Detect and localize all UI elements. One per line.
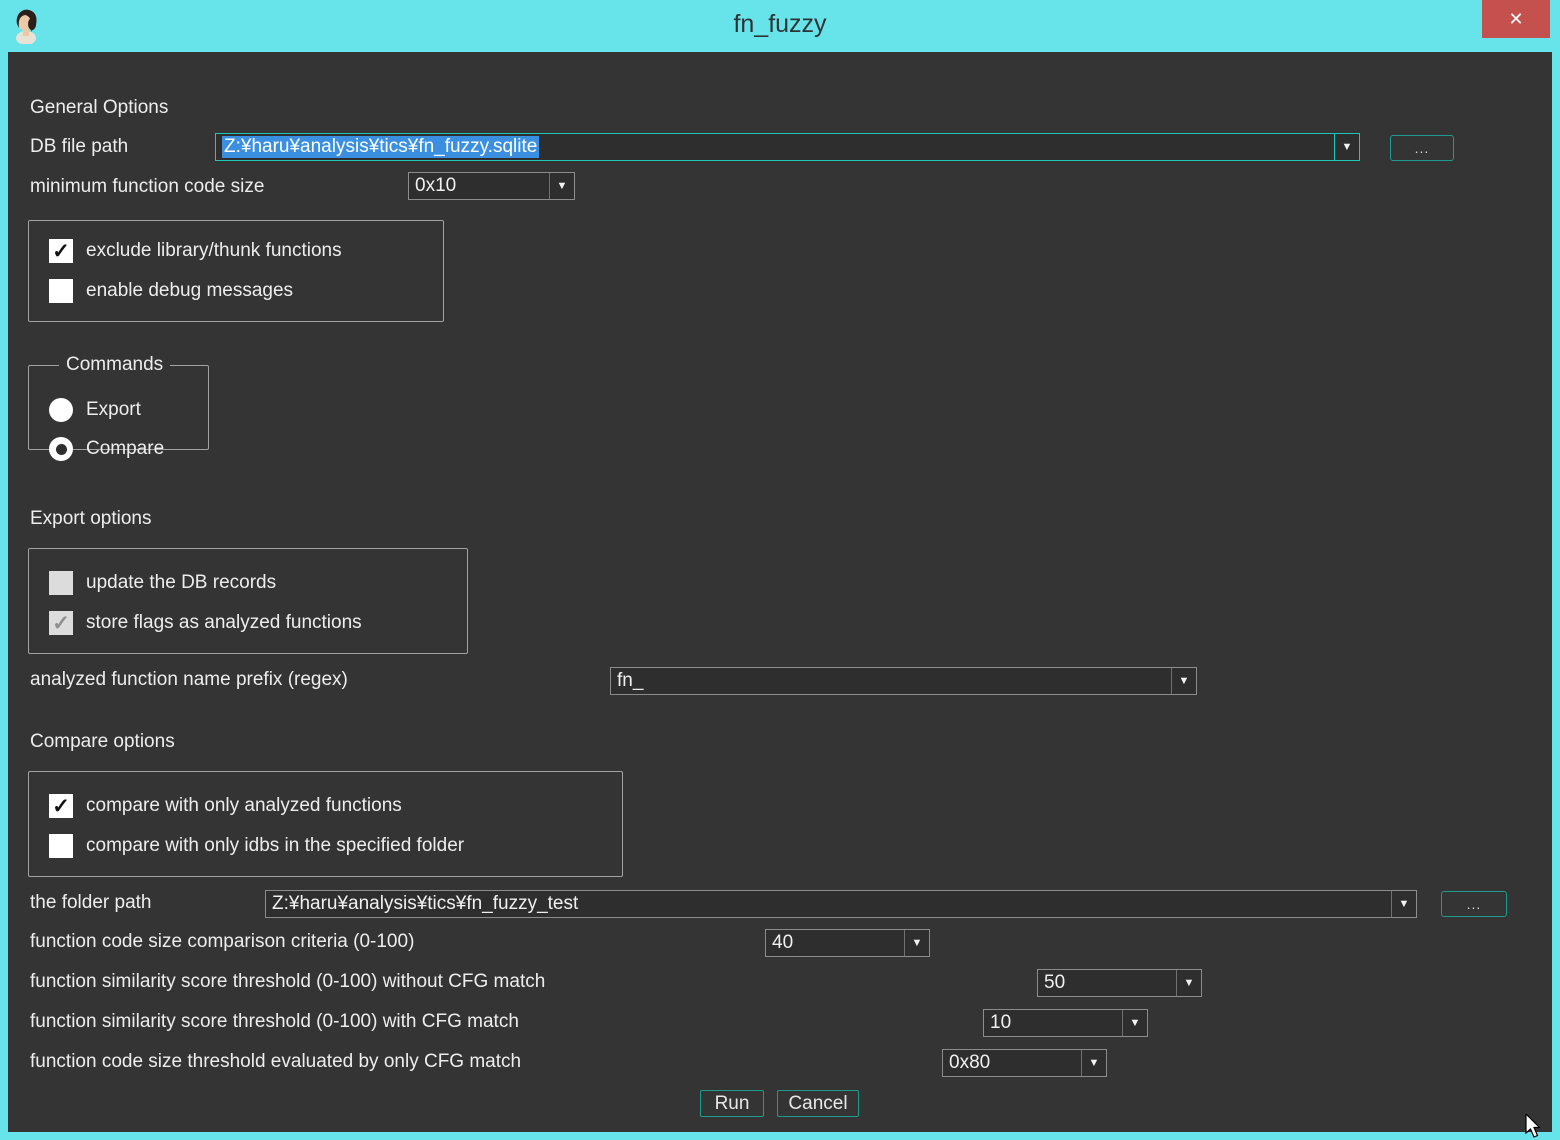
db-browse-button[interactable]: ... <box>1390 135 1454 161</box>
similarity-without-cfg-value: 50 <box>1038 972 1176 994</box>
run-button[interactable]: Run <box>700 1090 764 1117</box>
folder-path-label: the folder path <box>30 892 151 914</box>
folder-path-combobox[interactable]: Z:¥haru¥analysis¥tics¥fn_fuzzy_test ▼ <box>265 890 1417 918</box>
min-code-size-combobox[interactable]: 0x10 ▼ <box>408 172 575 200</box>
chevron-down-icon[interactable]: ▼ <box>549 173 574 199</box>
size-threshold-cfg-combobox[interactable]: 0x80 ▼ <box>942 1049 1107 1077</box>
chevron-down-icon[interactable]: ▼ <box>1391 891 1416 917</box>
commands-group: Commands Export Compare <box>28 354 209 450</box>
compare-only-idbs-checkbox[interactable] <box>49 834 73 858</box>
commands-legend: Commands <box>59 354 170 376</box>
compare-radio-label: Compare <box>86 438 164 460</box>
compare-only-analyzed-checkbox[interactable] <box>49 794 73 818</box>
export-checkbox-group: update the DB records store flags as ana… <box>28 548 468 654</box>
enable-debug-messages-label: enable debug messages <box>86 280 293 302</box>
fn-fuzzy-dialog: fn_fuzzy ✕ General Options DB file path … <box>0 0 1560 1140</box>
similarity-with-cfg-combobox[interactable]: 10 ▼ <box>983 1009 1148 1037</box>
size-criteria-combobox[interactable]: 40 ▼ <box>765 929 930 957</box>
update-db-records-checkbox[interactable] <box>49 571 73 595</box>
selected-text: Z:¥haru¥analysis¥tics¥fn_fuzzy.sqlite <box>222 136 539 158</box>
min-code-size-label: minimum function code size <box>30 176 264 198</box>
chevron-down-icon[interactable]: ▼ <box>1176 970 1201 996</box>
chevron-down-icon[interactable]: ▼ <box>904 930 929 956</box>
chevron-down-icon[interactable]: ▼ <box>1081 1050 1106 1076</box>
similarity-with-cfg-value: 10 <box>984 1012 1122 1034</box>
general-options-heading: General Options <box>30 97 168 119</box>
titlebar[interactable]: fn_fuzzy ✕ <box>0 0 1560 52</box>
export-radio-label: Export <box>86 399 141 421</box>
min-code-size-value: 0x10 <box>409 175 549 197</box>
window-title: fn_fuzzy <box>0 10 1560 39</box>
update-db-records-label: update the DB records <box>86 572 276 594</box>
exclude-library-thunk-label: exclude library/thunk functions <box>86 240 342 262</box>
dialog-body: General Options DB file path Z:¥haru¥ana… <box>8 52 1552 1132</box>
compare-only-idbs-label: compare with only idbs in the specified … <box>86 835 464 857</box>
store-flags-analyzed-label: store flags as analyzed functions <box>86 612 362 634</box>
compare-options-heading: Compare options <box>30 731 175 753</box>
size-threshold-cfg-value: 0x80 <box>943 1052 1081 1074</box>
name-prefix-label: analyzed function name prefix (regex) <box>30 669 348 691</box>
similarity-with-cfg-label: function similarity score threshold (0-1… <box>30 1011 519 1033</box>
name-prefix-combobox[interactable]: fn_ ▼ <box>610 667 1197 695</box>
export-radio[interactable] <box>49 398 73 422</box>
chevron-down-icon[interactable]: ▼ <box>1171 668 1196 694</box>
compare-radio[interactable] <box>49 437 73 461</box>
mouse-cursor <box>1520 1114 1550 1140</box>
db-file-path-label: DB file path <box>30 136 128 158</box>
size-criteria-value: 40 <box>766 932 904 954</box>
export-options-heading: Export options <box>30 508 151 530</box>
similarity-without-cfg-combobox[interactable]: 50 ▼ <box>1037 969 1202 997</box>
folder-path-value: Z:¥haru¥analysis¥tics¥fn_fuzzy_test <box>266 893 1391 915</box>
compare-checkbox-group: compare with only analyzed functions com… <box>28 771 623 877</box>
name-prefix-value: fn_ <box>611 670 1171 692</box>
size-criteria-label: function code size comparison criteria (… <box>30 931 414 953</box>
cancel-button[interactable]: Cancel <box>777 1090 859 1117</box>
chevron-down-icon[interactable]: ▼ <box>1334 134 1359 160</box>
enable-debug-messages-checkbox[interactable] <box>49 279 73 303</box>
store-flags-analyzed-checkbox[interactable] <box>49 611 73 635</box>
exclude-library-thunk-checkbox[interactable] <box>49 239 73 263</box>
close-button[interactable]: ✕ <box>1482 0 1550 38</box>
compare-only-analyzed-label: compare with only analyzed functions <box>86 795 402 817</box>
general-checkbox-group: exclude library/thunk functions enable d… <box>28 220 444 322</box>
chevron-down-icon[interactable]: ▼ <box>1122 1010 1147 1036</box>
db-file-path-value: Z:¥haru¥analysis¥tics¥fn_fuzzy.sqlite <box>216 136 1334 158</box>
folder-browse-button[interactable]: ... <box>1441 891 1507 917</box>
similarity-without-cfg-label: function similarity score threshold (0-1… <box>30 971 545 993</box>
size-threshold-cfg-label: function code size threshold evaluated b… <box>30 1051 521 1073</box>
db-file-path-combobox[interactable]: Z:¥haru¥analysis¥tics¥fn_fuzzy.sqlite ▼ <box>215 133 1360 161</box>
